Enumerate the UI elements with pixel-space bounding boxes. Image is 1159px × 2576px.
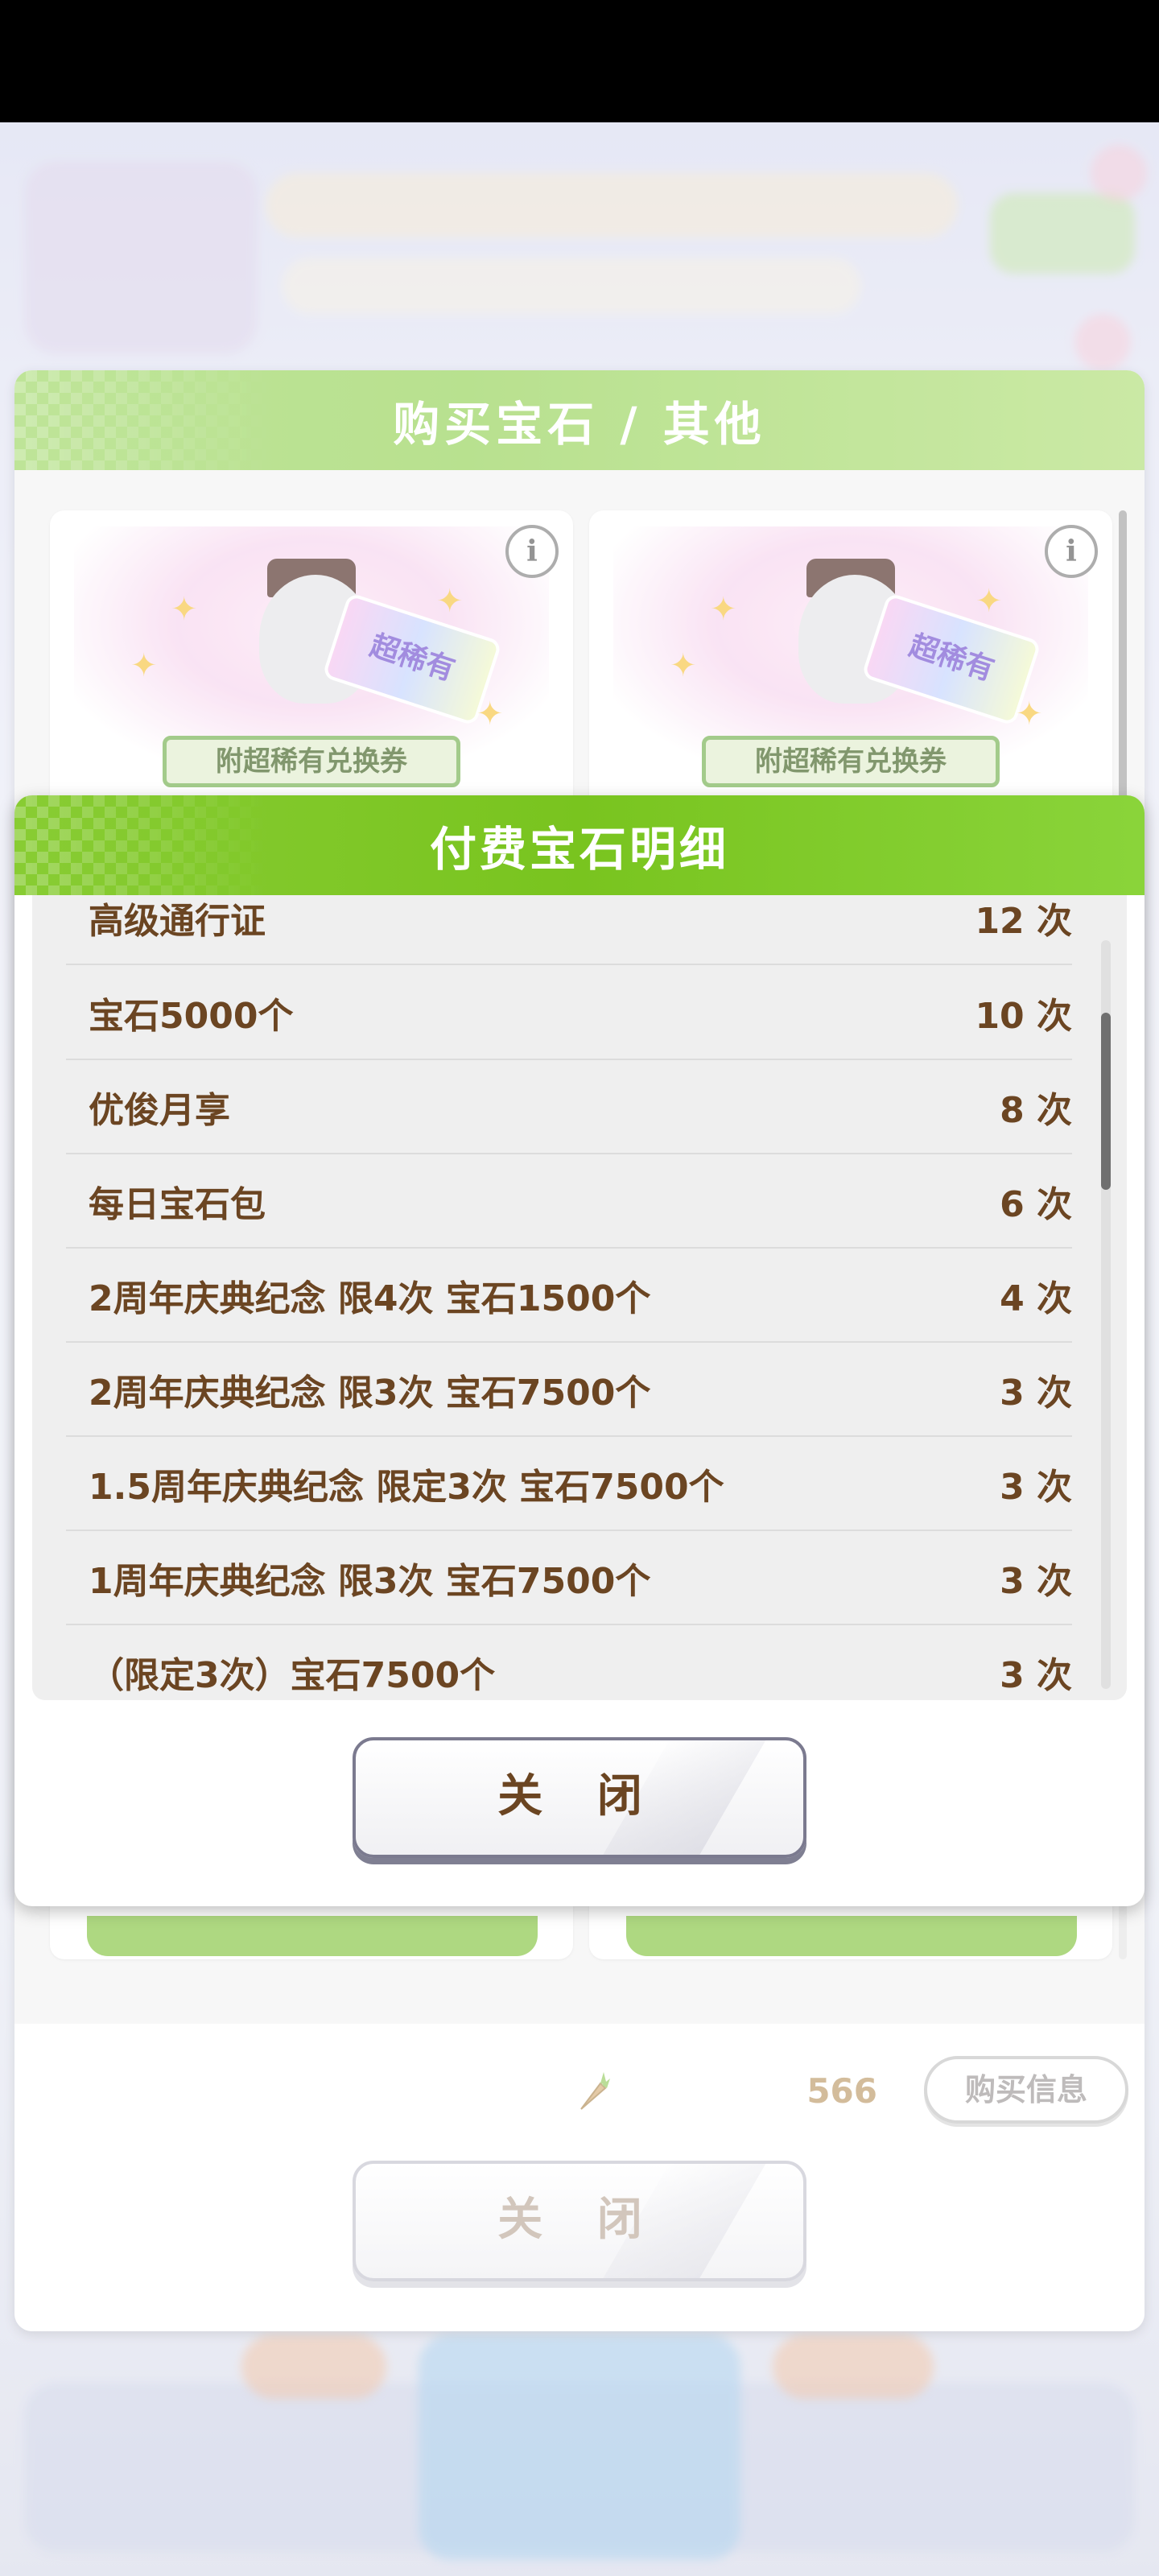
item-name: 2周年庆典纪念 限3次 宝石7500个 — [89, 1372, 651, 1414]
list-item: 宝石5000个 10 次 — [66, 966, 1072, 1060]
list-item: （限定3次）宝石7500个 3 次 — [66, 1625, 1072, 1700]
item-name: 每日宝石包 — [89, 1183, 266, 1225]
item-name: 宝石5000个 — [89, 995, 294, 1037]
item-count: 6 次 — [1000, 1183, 1072, 1225]
list-item: 2周年庆典纪念 限4次 宝石1500个 4 次 — [66, 1249, 1072, 1343]
status-bar — [0, 0, 1159, 122]
item-name: 1周年庆典纪念 限3次 宝石7500个 — [89, 1560, 651, 1602]
list-item: 每日宝石包 6 次 — [66, 1154, 1072, 1249]
item-name: （限定3次）宝石7500个 — [89, 1654, 496, 1696]
item-count: 12 次 — [975, 900, 1072, 942]
item-count: 3 次 — [1000, 1372, 1072, 1414]
item-name: 高级通行证 — [89, 900, 266, 942]
close-button[interactable]: 关 闭 — [353, 1737, 806, 1858]
close-label: 关 闭 — [497, 1770, 662, 1823]
list-item: 高级通行证 12 次 — [66, 895, 1072, 965]
item-count: 3 次 — [1000, 1560, 1072, 1602]
list-item: 1周年庆典纪念 限3次 宝石7500个 3 次 — [66, 1531, 1072, 1625]
paid-gem-detail-title: 付费宝石明细 — [429, 822, 729, 877]
item-count: 3 次 — [1000, 1466, 1072, 1508]
list-item: 1.5周年庆典纪念 限定3次 宝石7500个 3 次 — [66, 1437, 1072, 1531]
item-count: 8 次 — [1000, 1089, 1072, 1131]
paid-gem-detail-header: 付费宝石明细 — [14, 795, 1145, 895]
item-count: 4 次 — [1000, 1278, 1072, 1319]
item-name: 1.5周年庆典纪念 限定3次 宝石7500个 — [89, 1466, 724, 1508]
item-name: 优俊月享 — [89, 1089, 230, 1131]
list-item: 2周年庆典纪念 限3次 宝石7500个 3 次 — [66, 1343, 1072, 1437]
item-count: 10 次 — [975, 995, 1072, 1037]
paid-gem-detail-list[interactable]: 高级通行证 12 次 宝石5000个 10 次 优俊月享 8 次 每日宝石包 6… — [32, 895, 1127, 1700]
header-pattern — [14, 795, 272, 895]
detail-scrollbar-thumb[interactable] — [1101, 1013, 1111, 1190]
item-count: 3 次 — [1000, 1654, 1072, 1696]
list-item: 优俊月享 8 次 — [66, 1060, 1072, 1154]
item-name: 2周年庆典纪念 限4次 宝石1500个 — [89, 1278, 651, 1319]
